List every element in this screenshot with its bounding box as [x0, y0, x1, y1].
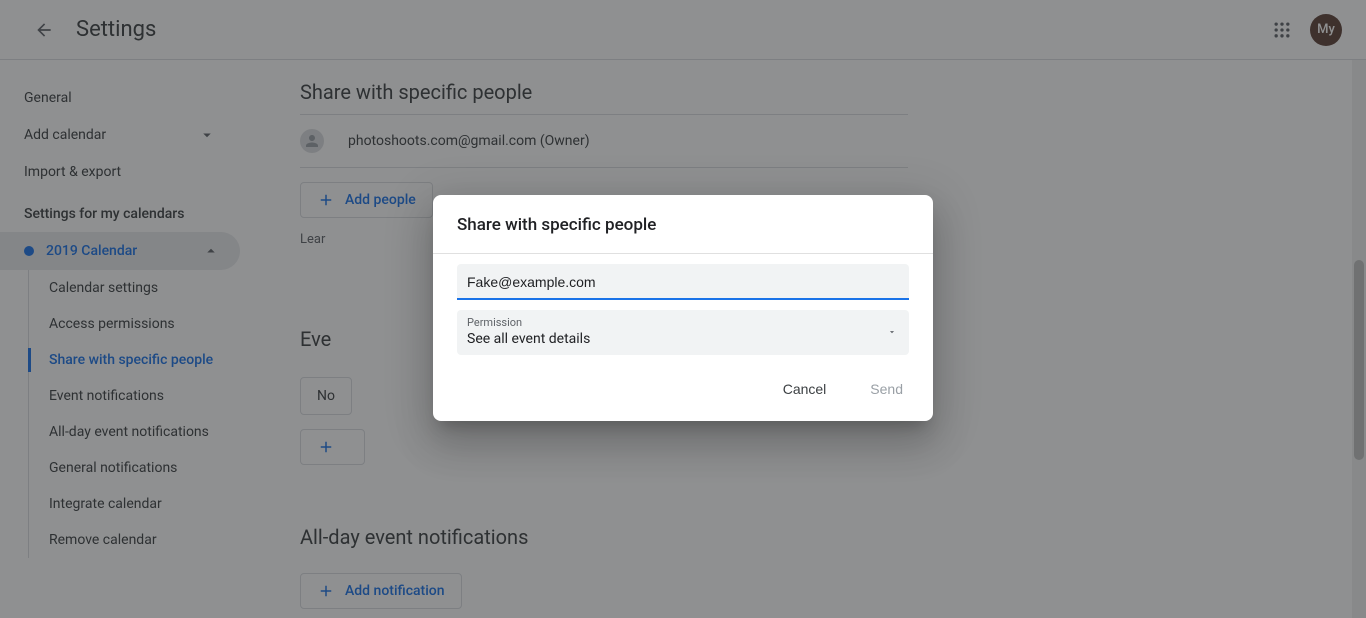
dropdown-caret-icon: [887, 325, 897, 341]
permission-select[interactable]: Permission See all event details: [457, 310, 909, 355]
permission-select-value: See all event details: [467, 331, 899, 347]
permission-select-label: Permission: [467, 316, 899, 329]
cancel-button[interactable]: Cancel: [773, 375, 837, 403]
send-button[interactable]: Send: [860, 375, 913, 403]
share-dialog: Share with specific people Permission Se…: [433, 195, 933, 421]
share-email-input[interactable]: [457, 264, 909, 300]
dialog-title: Share with specific people: [433, 195, 933, 254]
